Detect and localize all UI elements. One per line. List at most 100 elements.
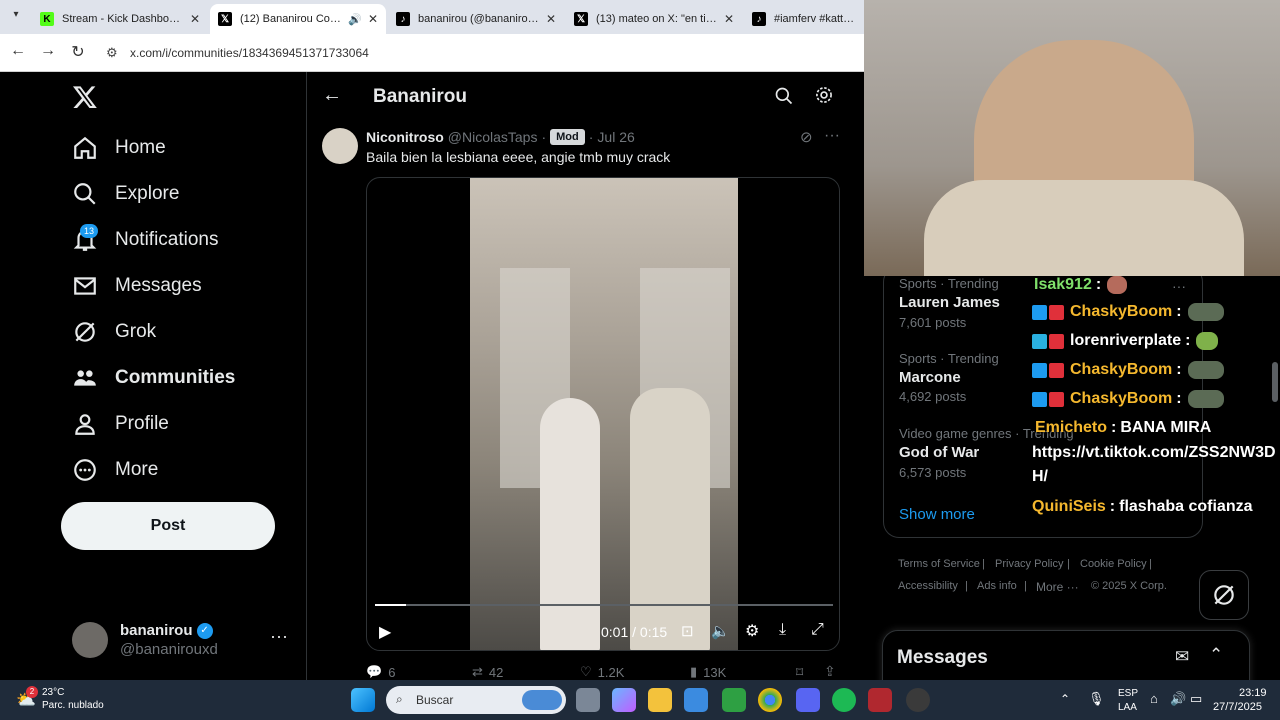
- trend-name[interactable]: God of War: [899, 444, 979, 461]
- post-button[interactable]: Post: [61, 502, 275, 550]
- settings-icon[interactable]: [814, 85, 834, 110]
- tray-chevron-icon[interactable]: ⌃: [1060, 692, 1070, 706]
- play-icon[interactable]: ▶: [379, 622, 391, 642]
- account-more-icon[interactable]: ···: [270, 626, 288, 647]
- grok-explain-icon[interactable]: ⊘: [800, 128, 813, 146]
- voicemeeter-icon[interactable]: [868, 688, 892, 712]
- nav-communities[interactable]: Communities: [72, 360, 235, 396]
- account-switcher[interactable]: bananirou ✓ @bananirouxd ···: [72, 620, 292, 660]
- account-handle: @bananirouxd: [120, 641, 218, 658]
- site-settings-icon[interactable]: ⚙: [106, 45, 118, 61]
- pip-icon[interactable]: ⤓: [779, 621, 786, 639]
- back-icon[interactable]: ←: [8, 42, 28, 60]
- discord-icon[interactable]: [796, 688, 820, 712]
- grok-floating-button[interactable]: [1199, 570, 1249, 620]
- close-tab-icon[interactable]: ✕: [368, 12, 378, 26]
- trend-more-icon[interactable]: ···: [1172, 278, 1186, 294]
- language-top[interactable]: ESP: [1118, 688, 1138, 699]
- tab-bananirou-tiktok[interactable]: ♪ bananirou (@bananirouwt ✕: [388, 4, 564, 34]
- repost-button[interactable]: ⇄ 42: [472, 664, 503, 680]
- chat-message: ChaskyBoom:: [1032, 361, 1224, 379]
- xbox-icon[interactable]: [722, 688, 746, 712]
- clock-date[interactable]: 27/7/2025: [1213, 701, 1262, 713]
- chat-message-continued: https://vt.tiktok.com/ZSS2NW3D: [1032, 444, 1276, 461]
- taskbar-search[interactable]: ⌕ Buscar: [386, 686, 566, 714]
- like-button[interactable]: ♡ 1.2K: [580, 664, 624, 680]
- trend-count: 4,692 posts: [899, 389, 967, 404]
- spotify-icon[interactable]: [832, 688, 856, 712]
- task-view-icon[interactable]: [576, 688, 600, 712]
- tab-mateo-x[interactable]: 𝕏 (13) mateo on X: "en tiktok ✕: [566, 4, 742, 34]
- trend-name[interactable]: Lauren James: [899, 294, 1000, 311]
- tab-list-button[interactable]: ▾: [8, 9, 24, 25]
- x-logo-icon[interactable]: [72, 84, 98, 115]
- tab-kick-dashboard[interactable]: K Stream - Kick Dashboard ✕: [32, 4, 208, 34]
- microphone-icon[interactable]: 🎙: [1088, 691, 1105, 707]
- reply-icon: 💬: [366, 664, 383, 679]
- trend-category: Sports · Trending: [899, 276, 999, 291]
- start-icon[interactable]: [351, 688, 375, 712]
- nav-messages[interactable]: Messages: [72, 268, 202, 304]
- nav-grok[interactable]: Grok: [72, 314, 156, 350]
- views-button[interactable]: ▮ 13K: [690, 664, 726, 680]
- back-arrow-icon[interactable]: ←: [322, 84, 342, 107]
- show-more-link[interactable]: Show more: [899, 506, 975, 523]
- language-bottom[interactable]: LAA: [1118, 702, 1137, 713]
- battery-icon[interactable]: ▭: [1190, 691, 1202, 707]
- close-tab-icon[interactable]: ✕: [724, 12, 734, 26]
- post-author-avatar[interactable]: [322, 128, 358, 164]
- tab-iamferv-tiktok[interactable]: ♪ #iamferv #katteyes #: [744, 4, 864, 34]
- captions-icon[interactable]: ⊡: [681, 622, 694, 640]
- trend-name[interactable]: Marcone: [899, 369, 961, 386]
- video-player[interactable]: ▶ 0:01 / 0:15 ⊡ 🔈 ⚙ ⤓ ⤢: [366, 177, 840, 651]
- footer-link-privacy[interactable]: Privacy Policy: [995, 558, 1063, 570]
- verified-icon: ✓: [196, 622, 213, 639]
- post-date[interactable]: Jul 26: [597, 129, 634, 145]
- scrollbar[interactable]: [1272, 362, 1278, 402]
- clock-time[interactable]: 23:19: [1239, 687, 1267, 699]
- network-icon[interactable]: ⌂: [1150, 691, 1158, 706]
- video-settings-icon[interactable]: ⚙: [745, 621, 759, 641]
- tab-bananirou-community[interactable]: 𝕏 (12) Bananirou Commu 🔊 ✕: [210, 4, 386, 34]
- post-author-handle[interactable]: @NicolasTaps: [448, 129, 538, 145]
- reply-button[interactable]: 💬 6: [366, 664, 395, 680]
- browser-tab-strip: ▾ K Stream - Kick Dashboard ✕ 𝕏 (12) Ban…: [0, 0, 864, 34]
- weather-widget[interactable]: ⛅ 2 23°C Parc. nublado: [16, 686, 136, 714]
- footer-link-terms[interactable]: Terms of Service: [898, 558, 980, 570]
- nav-profile[interactable]: Profile: [72, 406, 169, 442]
- badge-icon: [1049, 304, 1064, 320]
- close-tab-icon[interactable]: ✕: [190, 12, 200, 26]
- fullscreen-icon[interactable]: ⤢: [811, 621, 824, 639]
- share-icon[interactable]: ⇪: [824, 663, 836, 680]
- reload-icon[interactable]: ↻: [68, 42, 88, 62]
- search-icon[interactable]: [774, 86, 794, 111]
- forward-icon[interactable]: →: [38, 42, 58, 60]
- copilot-icon[interactable]: [612, 688, 636, 712]
- video-progress-track[interactable]: [375, 604, 833, 606]
- expand-drawer-icon[interactable]: ⌃: [1209, 645, 1223, 665]
- nav-more[interactable]: More: [72, 452, 158, 488]
- new-message-icon[interactable]: ✉: [1175, 647, 1189, 667]
- close-tab-icon[interactable]: ✕: [546, 12, 556, 26]
- obs-icon[interactable]: [906, 688, 930, 712]
- chat-message: ChaskyBoom:: [1032, 390, 1224, 408]
- footer-link-ads[interactable]: Ads info: [977, 580, 1017, 592]
- footer-link-cookies[interactable]: Cookie Policy: [1080, 558, 1147, 570]
- messages-drawer[interactable]: Messages ✉ ⌃: [882, 630, 1250, 680]
- trend-count: 6,573 posts: [899, 465, 967, 480]
- audio-playing-icon[interactable]: 🔊: [348, 13, 362, 26]
- url-field[interactable]: x.com/i/communities/1834369451371733064: [130, 46, 369, 60]
- footer-link-more[interactable]: More ···: [1036, 580, 1079, 594]
- chrome-icon[interactable]: [758, 688, 782, 712]
- store-icon[interactable]: [684, 688, 708, 712]
- nav-explore[interactable]: Explore: [72, 176, 179, 212]
- weather-condition: Parc. nublado: [42, 700, 104, 711]
- nav-home[interactable]: Home: [72, 130, 166, 166]
- post-author-name[interactable]: Niconitroso: [366, 129, 444, 145]
- volume-icon[interactable]: 🔈: [711, 622, 730, 640]
- footer-link-accessibility[interactable]: Accessibility: [898, 580, 958, 592]
- file-explorer-icon[interactable]: [648, 688, 672, 712]
- bookmark-icon[interactable]: ⌑: [796, 664, 803, 680]
- post-more-icon[interactable]: ···: [824, 127, 840, 145]
- speaker-icon[interactable]: 🔊: [1170, 691, 1186, 707]
